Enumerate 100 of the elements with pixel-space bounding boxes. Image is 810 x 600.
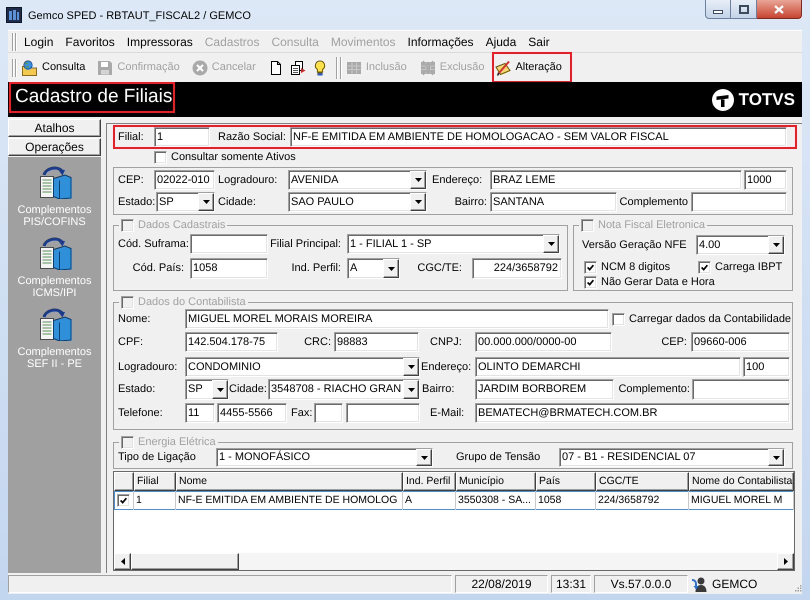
maximize-icon (738, 4, 748, 14)
field-label: Cidade: (217, 194, 257, 210)
table-row[interactable]: 1 NF-E EMITIDA EM AMBIENTE DE HOMOLOG A 3550308 - SA... 1058 224/3658792 MIGUEL MOREL M (114, 491, 794, 510)
menu-item[interactable]: Favoritos (65, 34, 115, 50)
document-book-icon (38, 307, 72, 341)
caret-right-icon (784, 558, 788, 565)
document-book-icon (38, 236, 72, 270)
sidebar-tab[interactable]: Atalhos (8, 119, 101, 137)
maximize-button[interactable] (731, 0, 757, 19)
status-text: GEMCO (712, 576, 758, 593)
input-field[interactable]: 02022-010 (154, 170, 215, 190)
field-label: Estado: (118, 194, 156, 210)
checkmark-icon (120, 497, 127, 504)
field-label: Filial Principal: (269, 236, 342, 252)
caret-down-icon (548, 242, 554, 246)
horizontal-scrollbar[interactable] (114, 553, 794, 570)
field-label: Cód. Suframa: (118, 236, 190, 252)
field-label: Complemento (618, 194, 689, 210)
dropdown-button[interactable] (768, 449, 784, 466)
dropdown-field[interactable]: AVENIDA (288, 170, 427, 190)
field-label: Complemento: (617, 382, 691, 398)
dropdown-button[interactable] (543, 235, 559, 253)
checkbox-label: Consultar somente Ativos (171, 151, 296, 164)
dropdown-button[interactable] (383, 259, 399, 278)
field-label: CPF: (118, 334, 144, 350)
logo-text: TOTVS (738, 90, 795, 110)
dropdown-button[interactable] (403, 380, 420, 399)
checkbox[interactable] (154, 151, 167, 164)
input-field[interactable]: 1 (154, 127, 210, 147)
dropdown-field[interactable]: SP (156, 192, 215, 212)
column-header[interactable]: Nome do Contabilista (689, 472, 794, 491)
group-title: Dados do Contabilista (138, 296, 246, 309)
field-label: Ind. Perfil: (290, 261, 342, 276)
field-label: Razão Social: (217, 130, 287, 145)
field-label: Grupo de Tensão (455, 450, 542, 466)
table-x-icon (420, 60, 436, 76)
minimize-button[interactable] (705, 0, 731, 19)
input-field[interactable] (346, 403, 420, 423)
checkbox-label: Carregar dados da Contabilidade (629, 312, 792, 326)
resize-grip-icon[interactable] (793, 584, 802, 593)
menu-item[interactable]: Informações (408, 34, 474, 50)
circle-logo-icon (712, 88, 734, 110)
column-header[interactable]: Nome (176, 472, 403, 491)
close-button[interactable] (757, 0, 802, 19)
table-cell: 1058 (536, 491, 596, 510)
app-icon (6, 7, 22, 23)
field-label: Endereço: (431, 172, 484, 188)
input-field[interactable]: NF-E EMITIDA EM AMBIENTE DE HOMOLOGACAO - SEM VALOR FISCAL (290, 127, 787, 147)
group-title: Nota Fiscal Eletronica (598, 219, 705, 232)
caret-down-icon (414, 200, 422, 204)
table-cell: A (403, 491, 456, 510)
dropdown-field[interactable]: SAO PAULO (288, 192, 427, 212)
sidebar-tab[interactable]: Operações (8, 138, 101, 156)
sheet-pencil-icon (495, 60, 512, 76)
input-field[interactable]: 1000 (744, 170, 787, 190)
column-header[interactable]: Município (456, 472, 536, 491)
input-field[interactable] (691, 192, 787, 212)
column-header[interactable]: Ind. Perfil (403, 472, 456, 491)
input-field[interactable] (692, 379, 790, 400)
table-icon (346, 60, 362, 76)
dropdown-button[interactable] (403, 358, 419, 376)
caret-down-icon (216, 388, 224, 392)
table-cell: 3550308 - SA... (456, 491, 536, 510)
window-title: Gemco SPED - RBTAUT_FISCAL2 / GEMCO (28, 9, 251, 24)
toolbar-button[interactable]: Consulta (19, 56, 88, 80)
table-cell: MIGUEL MOREL M (689, 491, 794, 510)
field-label: Cidade: (229, 382, 268, 398)
input-field[interactable] (190, 234, 268, 254)
user-icon (691, 576, 707, 592)
column-header[interactable]: CGC/TE (596, 472, 689, 491)
dropdown-button[interactable] (198, 193, 214, 211)
dropdown-button[interactable] (410, 193, 426, 211)
input-field[interactable] (314, 403, 343, 423)
close-icon (774, 4, 784, 14)
dropdown-button[interactable] (768, 236, 784, 254)
menu-item[interactable]: Login (24, 34, 54, 50)
grip-icon[interactable] (12, 58, 17, 76)
document-stack-icon (290, 60, 306, 76)
dropdown-button[interactable] (212, 380, 228, 399)
grip-icon[interactable] (12, 32, 17, 50)
checkbox[interactable] (117, 494, 130, 507)
scroll-left-button[interactable] (114, 553, 131, 570)
column-header[interactable]: País (536, 472, 596, 491)
caret-down-icon (202, 200, 210, 204)
checkbox-label: Carrega IBPT (715, 261, 782, 274)
input-field[interactable]: BRAZ LEME (490, 170, 742, 190)
status-panel: 13:31 (551, 575, 591, 593)
menu-item[interactable]: Impressoras (126, 34, 193, 50)
menu-item[interactable]: Sair (528, 34, 550, 50)
column-header[interactable]: Filial (134, 472, 176, 491)
dropdown-button[interactable] (410, 171, 426, 189)
field-label: CEP: (118, 172, 145, 188)
scrollbar-thumb[interactable] (131, 553, 239, 570)
field-label: Tipo de Ligação (118, 450, 197, 466)
input-field[interactable]: SANTANA (490, 192, 617, 212)
menu-item[interactable]: Ajuda (486, 34, 516, 50)
dropdown-button[interactable] (416, 449, 432, 466)
field-label: CNPJ: (429, 334, 463, 350)
scroll-right-button[interactable] (777, 553, 794, 570)
field-label: CRC: (303, 334, 332, 350)
